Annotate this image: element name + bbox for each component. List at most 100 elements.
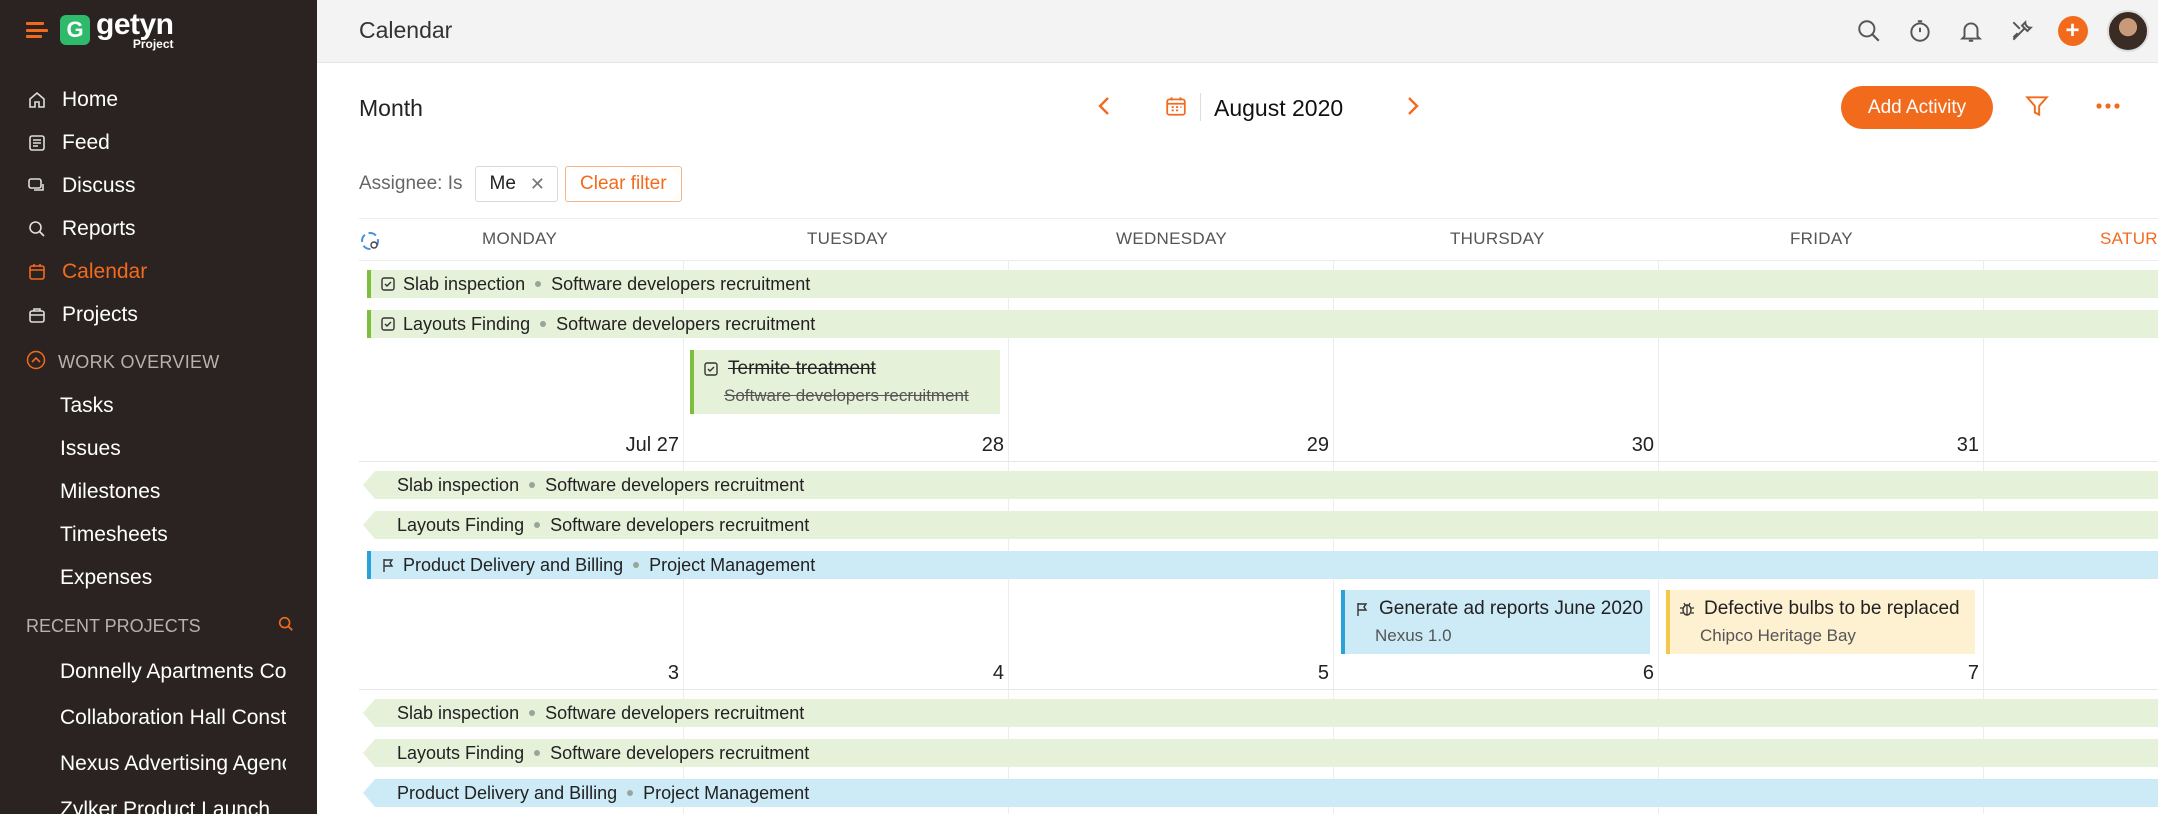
milestone-flag-icon bbox=[1353, 600, 1371, 618]
work-overview-toggle[interactable]: WORK OVERVIEW bbox=[0, 340, 317, 384]
weekday-header: MONDAY TUESDAY WEDNESDAY THURSDAY FRIDAY… bbox=[359, 218, 2158, 261]
milestone-title: Product Delivery and Billing bbox=[397, 782, 618, 803]
task-project: Software developers recruitment bbox=[545, 474, 805, 495]
search-icon[interactable] bbox=[277, 615, 295, 638]
filter-icon[interactable] bbox=[2024, 93, 2050, 124]
issue-project: Chipco Heritage Bay bbox=[1700, 626, 1856, 645]
task-project: Software developers recruitment bbox=[550, 742, 810, 763]
day-number[interactable]: 3 bbox=[599, 662, 679, 685]
sidebar-item-projects[interactable]: Projects bbox=[0, 293, 317, 336]
sidebar-item-label: Feed bbox=[62, 130, 110, 154]
task-bar[interactable]: Slab inspection Software developers recru… bbox=[363, 471, 2158, 499]
sidebar-item-calendar[interactable]: Calendar bbox=[0, 250, 317, 293]
day-number[interactable]: 7 bbox=[1899, 662, 1979, 685]
weekday-wednesday: WEDNESDAY bbox=[1116, 229, 1228, 248]
next-month-icon[interactable] bbox=[1400, 93, 1426, 119]
logo-icon: G bbox=[60, 15, 90, 45]
recent-project-item[interactable]: Collaboration Hall Construction bbox=[0, 695, 286, 741]
chevron-up-icon bbox=[26, 350, 46, 375]
task-bar[interactable]: Slab inspection Software developers recru… bbox=[363, 699, 2158, 727]
task-project: Software developers recruitment bbox=[556, 313, 816, 334]
milestone-project: Nexus 1.0 bbox=[1375, 626, 1452, 645]
sidebar-item-timesheets[interactable]: Timesheets bbox=[0, 513, 317, 556]
day-number[interactable]: 31 bbox=[1899, 434, 1979, 457]
milestone-card[interactable]: Generate ad reports June 2020 Nexus 1.0 bbox=[1341, 590, 1650, 654]
top-bar: Calendar + bbox=[317, 0, 2158, 63]
grid-line bbox=[359, 461, 2158, 462]
close-icon[interactable]: ✕ bbox=[530, 174, 545, 195]
month-calendar: MONDAY TUESDAY WEDNESDAY THURSDAY FRIDAY… bbox=[359, 218, 2158, 814]
day-number[interactable]: 5 bbox=[1249, 662, 1329, 685]
sidebar-item-feed[interactable]: Feed bbox=[0, 121, 317, 164]
view-selector[interactable]: Month bbox=[359, 95, 423, 122]
milestone-title: Generate ad reports June 2020 bbox=[1379, 598, 1644, 619]
brand-sub: Project bbox=[132, 37, 174, 51]
task-card-completed[interactable]: Termite treatment Software developers re… bbox=[690, 350, 1000, 414]
weekday-friday: FRIDAY bbox=[1790, 229, 1853, 248]
projects-icon bbox=[26, 304, 48, 326]
assignee-chip[interactable]: Me ✕ bbox=[474, 166, 558, 202]
recent-project-item[interactable]: Nexus Advertising Agency bbox=[0, 741, 286, 787]
weekday-monday: MONDAY bbox=[482, 229, 558, 248]
tools-icon[interactable] bbox=[1996, 11, 2047, 51]
task-check-icon bbox=[379, 275, 397, 293]
milestone-project: Project Management bbox=[649, 554, 816, 575]
sidebar: G getyn Project Home Feed Discuss Report… bbox=[0, 0, 317, 814]
task-bar[interactable]: Layouts Finding Software developers recru… bbox=[363, 511, 2158, 539]
task-title: Layouts Finding bbox=[397, 514, 525, 535]
filter-row: Assignee: Is Me ✕ Clear filter bbox=[359, 166, 682, 202]
logo-text: getyn Project bbox=[96, 8, 174, 51]
task-title: Termite treatment bbox=[728, 358, 876, 379]
milestone-bar[interactable]: Product Delivery and Billing Project Mana… bbox=[367, 551, 2158, 579]
sidebar-item-issues[interactable]: Issues bbox=[0, 427, 317, 470]
prev-month-icon[interactable] bbox=[1091, 93, 1117, 119]
task-title: Layouts Finding bbox=[397, 742, 525, 763]
month-label: August 2020 bbox=[1214, 95, 1344, 121]
task-project: Software developers recruitment bbox=[724, 386, 969, 405]
task-bar[interactable]: Slab inspection Software developers recru… bbox=[367, 270, 2158, 298]
sidebar-item-label: Discuss bbox=[62, 173, 136, 197]
sidebar-item-label: Projects bbox=[62, 302, 138, 326]
brand-name: getyn bbox=[96, 8, 174, 41]
calendar-settings-icon[interactable] bbox=[359, 230, 381, 257]
sidebar-item-home[interactable]: Home bbox=[0, 78, 317, 121]
day-number[interactable]: 30 bbox=[1574, 434, 1654, 457]
sidebar-item-reports[interactable]: Reports bbox=[0, 207, 317, 250]
sidebar-nav: Home Feed Discuss Reports Calendar Proje… bbox=[0, 78, 317, 814]
avatar[interactable] bbox=[2098, 10, 2158, 52]
recent-project-item[interactable]: Donnelly Apartments Construction bbox=[0, 649, 286, 695]
recent-projects-label: RECENT PROJECTS bbox=[26, 615, 201, 636]
day-number[interactable]: Jul 27 bbox=[599, 434, 679, 457]
page-title: Calendar bbox=[359, 17, 453, 43]
date-picker-icon[interactable] bbox=[1163, 93, 1189, 119]
timer-icon[interactable] bbox=[1894, 11, 1945, 51]
add-activity-button[interactable]: Add Activity bbox=[1841, 86, 1993, 129]
recent-project-item[interactable]: Zylker Product Launch bbox=[0, 787, 286, 814]
issue-card[interactable]: Defective bulbs to be replaced Chipco He… bbox=[1666, 590, 1975, 654]
sidebar-item-tasks[interactable]: Tasks bbox=[0, 384, 317, 427]
milestone-bar[interactable]: Product Delivery and Billing Project Mana… bbox=[363, 779, 2158, 807]
task-bar[interactable]: Layouts Finding Software developers recru… bbox=[367, 310, 2158, 338]
more-options-icon[interactable] bbox=[2094, 93, 2122, 124]
task-project: Software developers recruitment bbox=[550, 514, 810, 535]
task-title: Slab inspection bbox=[403, 273, 526, 294]
recent-projects-header: RECENT PROJECTS bbox=[0, 603, 317, 649]
clear-filter-button[interactable]: Clear filter bbox=[565, 166, 682, 202]
sidebar-item-discuss[interactable]: Discuss bbox=[0, 164, 317, 207]
quick-add-icon[interactable]: + bbox=[2047, 11, 2098, 51]
bell-icon[interactable] bbox=[1945, 11, 1996, 51]
brand: G getyn Project bbox=[26, 8, 174, 52]
day-number[interactable]: 6 bbox=[1574, 662, 1654, 685]
search-icon[interactable] bbox=[1843, 11, 1894, 51]
task-bar[interactable]: Layouts Finding Software developers recru… bbox=[363, 739, 2158, 767]
day-number[interactable]: 28 bbox=[924, 434, 1004, 457]
day-number[interactable]: 4 bbox=[924, 662, 1004, 685]
sidebar-item-milestones[interactable]: Milestones bbox=[0, 470, 317, 513]
hamburger-menu-icon[interactable] bbox=[26, 22, 48, 38]
discuss-icon bbox=[26, 175, 48, 197]
milestone-title: Product Delivery and Billing bbox=[403, 554, 624, 575]
bug-icon bbox=[1678, 600, 1696, 618]
sidebar-item-expenses[interactable]: Expenses bbox=[0, 556, 317, 599]
day-number[interactable]: 29 bbox=[1249, 434, 1329, 457]
sidebar-item-label: Home bbox=[62, 87, 119, 111]
